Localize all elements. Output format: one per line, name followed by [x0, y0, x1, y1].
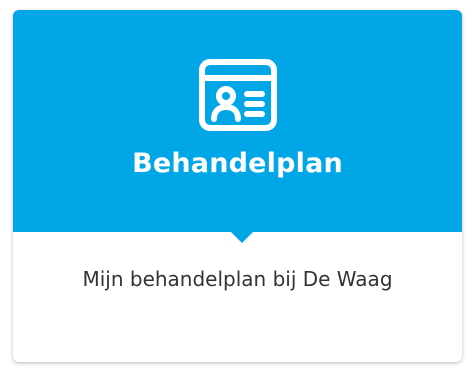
behandelplan-card[interactable]: Behandelplan Mijn behandelplan bij De Wa… [13, 10, 462, 362]
card-title: Behandelplan [132, 148, 343, 179]
card-header: Behandelplan [13, 10, 462, 232]
header-pointer [230, 231, 254, 243]
id-card-icon [196, 54, 280, 138]
card-description: Mijn behandelplan bij De Waag [82, 267, 393, 291]
